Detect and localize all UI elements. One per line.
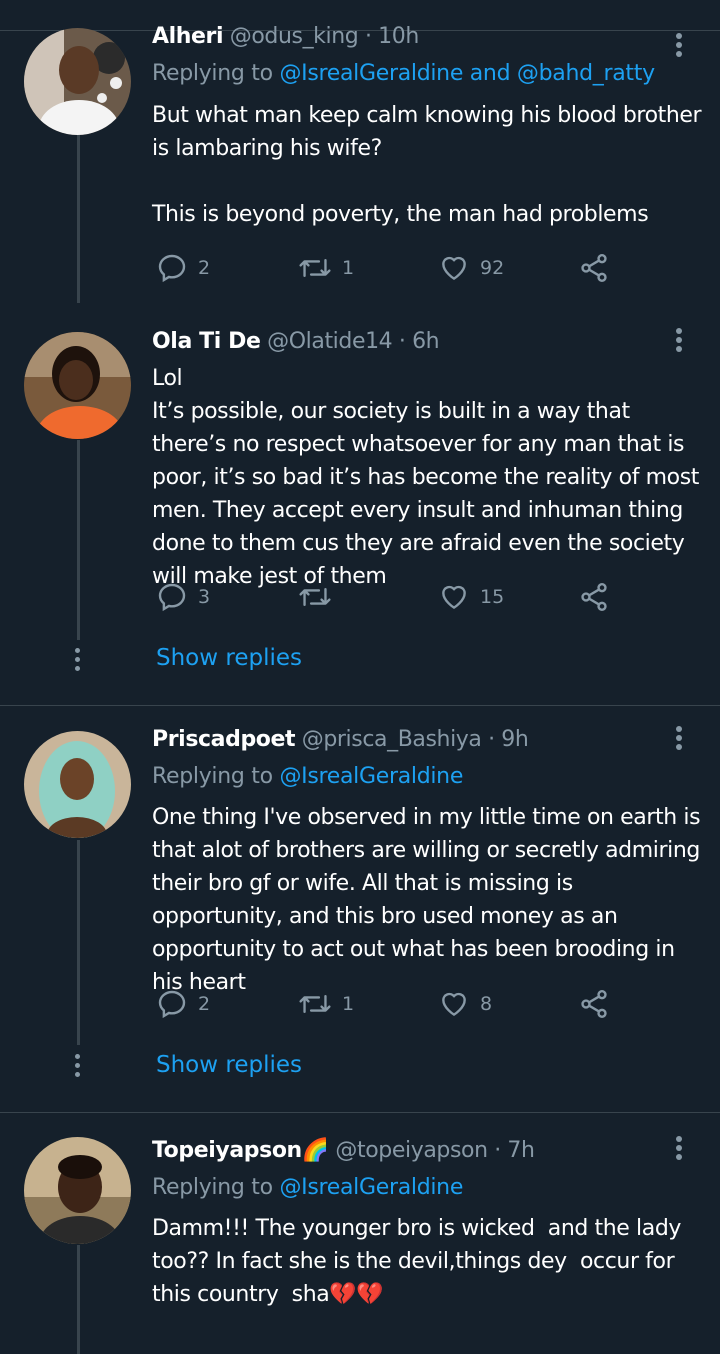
more-vertical-icon[interactable] (672, 726, 686, 754)
retweet-icon (299, 258, 331, 278)
tweet-divider (0, 1112, 720, 1113)
tweet-header: Alheri @odus_king · 10h (152, 24, 419, 49)
like-count: 92 (480, 257, 505, 279)
like-button[interactable]: 8 (438, 986, 492, 1022)
like-button[interactable]: 92 (438, 250, 504, 286)
reply-count: 2 (198, 993, 211, 1015)
like-button[interactable]: 15 (438, 579, 504, 615)
tweet-time: · 9h (488, 727, 529, 752)
show-replies-link[interactable]: Show replies (156, 645, 302, 671)
tweet-time: · 7h (494, 1138, 535, 1163)
replying-to-link[interactable]: @IsrealGeraldine (279, 764, 463, 789)
tweet-actions: 2 1 8 (152, 986, 632, 1026)
tweet-text: But what man keep calm knowing his blood… (152, 103, 702, 227)
reply-icon (158, 583, 186, 612)
like-count: 15 (480, 586, 505, 608)
thread-line (77, 1245, 80, 1354)
tweet-header: Priscadpoet @prisca_Bashiya · 9h (152, 727, 529, 752)
tweet-header: Topeiyapson🌈 @topeiyapson · 7h (152, 1138, 535, 1163)
tweet-actions: 3 15 (152, 579, 632, 619)
reply-button[interactable]: 3 (156, 579, 210, 615)
tweet-divider (0, 705, 720, 706)
user-handle[interactable]: @prisca_Bashiya (302, 727, 482, 752)
tweet-actions: 2 1 92 (152, 250, 632, 290)
tweet-time: · 6h (398, 329, 440, 354)
display-name[interactable]: Topeiyapson🌈 (152, 1138, 329, 1163)
retweet-button[interactable]: 1 (298, 986, 354, 1022)
replying-to-label: Replying to (152, 764, 273, 789)
heart-icon (442, 585, 466, 609)
retweet-icon (299, 994, 331, 1014)
user-handle[interactable]: @topeiyapson (335, 1138, 488, 1163)
share-button[interactable] (578, 250, 610, 286)
replying-to: Replying to @IsrealGeraldine (152, 764, 463, 789)
avatar[interactable] (24, 332, 131, 439)
share-button[interactable] (578, 986, 610, 1022)
heart-icon (442, 256, 466, 280)
thread-line (77, 135, 80, 303)
replying-to-link[interactable]: @IsrealGeraldine (279, 1175, 463, 1200)
retweet-button[interactable]: 1 (298, 250, 354, 286)
replying-to-label: Replying to (152, 1175, 273, 1200)
display-name[interactable]: Ola Ti De (152, 329, 261, 354)
reply-count: 2 (198, 257, 211, 279)
thread-dots (74, 1054, 82, 1081)
share-icon (581, 583, 607, 611)
like-count: 8 (480, 993, 493, 1015)
retweet-count: 1 (342, 993, 355, 1015)
more-vertical-icon[interactable] (672, 1136, 686, 1164)
retweet-icon (299, 587, 331, 607)
retweet-button[interactable] (298, 579, 332, 615)
heart-icon (442, 992, 466, 1016)
share-icon (581, 990, 607, 1018)
reply-icon (158, 990, 186, 1019)
user-handle[interactable]: @odus_king (230, 24, 359, 49)
display-name[interactable]: Priscadpoet (152, 727, 296, 752)
share-icon (581, 254, 607, 282)
tweet-time: · 10h (364, 24, 419, 49)
tweet-text: One thing I've observed in my little tim… (152, 805, 707, 995)
replying-to: Replying to @IsrealGeraldine and @bahd_r… (152, 61, 655, 86)
replying-to: Replying to @IsrealGeraldine (152, 1175, 463, 1200)
share-button[interactable] (578, 579, 610, 615)
reply-button[interactable]: 2 (156, 986, 210, 1022)
tweet-text: Lol It’s possible, our society is built … (152, 366, 700, 589)
reply-count: 3 (198, 586, 211, 608)
reply-button[interactable]: 2 (156, 250, 210, 286)
user-handle[interactable]: @Olatide14 (267, 329, 393, 354)
thread-dots (74, 648, 82, 675)
avatar[interactable] (24, 28, 131, 135)
tweet-text: Damm!!! The younger bro is wicked and th… (152, 1216, 688, 1307)
display-name[interactable]: Alheri (152, 24, 224, 49)
more-vertical-icon[interactable] (672, 328, 686, 356)
replying-to-label: Replying to (152, 61, 273, 86)
more-vertical-icon[interactable] (672, 33, 686, 61)
replying-to-link[interactable]: @IsrealGeraldine and @bahd_ratty (279, 61, 655, 86)
tweet-header: Ola Ti De @Olatide14 · 6h (152, 329, 440, 354)
thread-line (77, 440, 80, 640)
show-replies-link[interactable]: Show replies (156, 1052, 302, 1078)
reply-icon (158, 254, 186, 283)
retweet-count: 1 (342, 257, 355, 279)
avatar[interactable] (24, 1137, 131, 1244)
thread-line (77, 840, 80, 1045)
avatar[interactable] (24, 731, 131, 838)
